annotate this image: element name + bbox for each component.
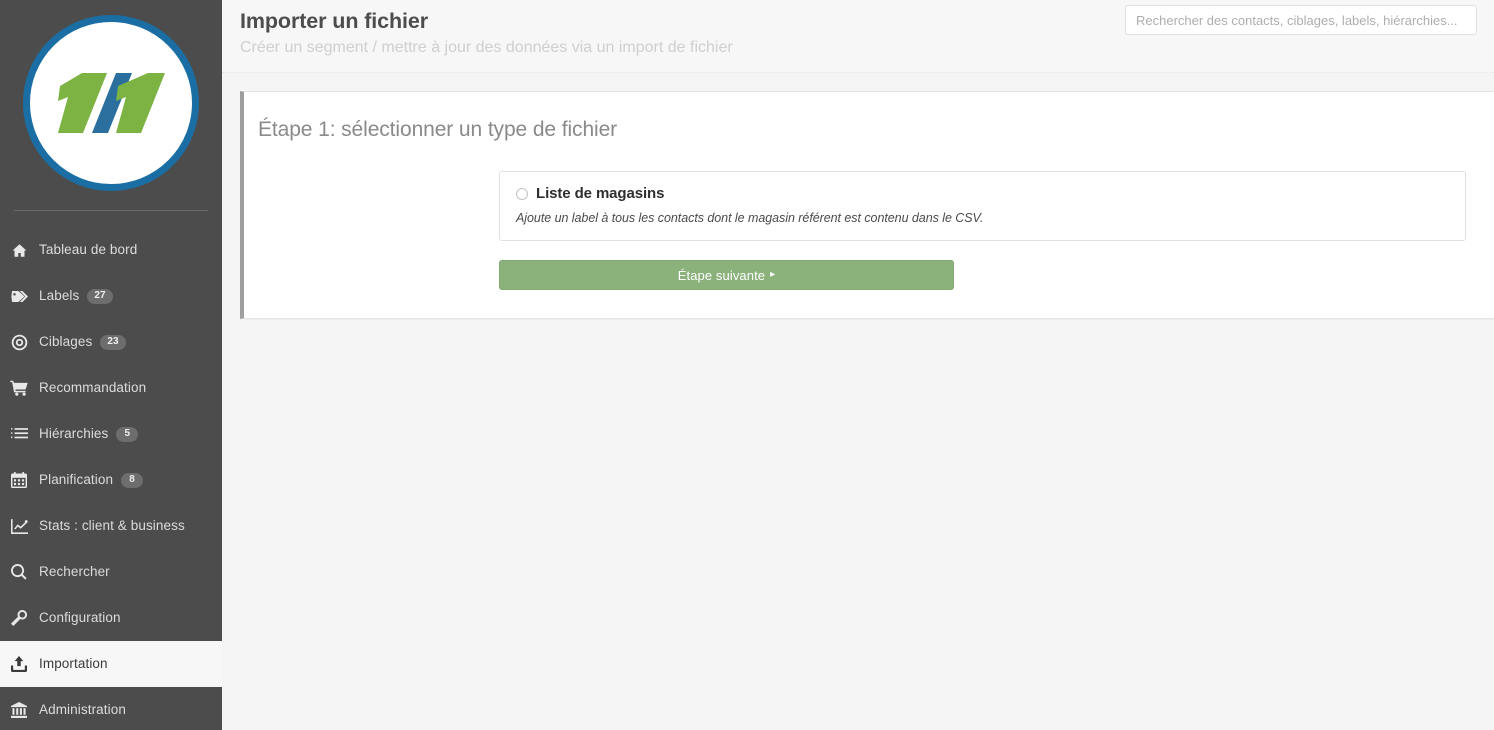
sidebar-badge: 23 (100, 334, 126, 350)
cart-icon (5, 380, 33, 396)
option-header: Liste de magasins (516, 185, 1449, 202)
sidebar-item-recommandation[interactable]: Recommandation (0, 365, 222, 411)
sidebar-item-rechercher[interactable]: Rechercher (0, 549, 222, 595)
option-description: Ajoute un label à tous les contacts dont… (516, 211, 984, 225)
sidebar-item-planification[interactable]: Planification 8 (0, 457, 222, 503)
sidebar-item-label: Ciblages (39, 334, 93, 350)
content-area: Étape 1: sélectionner un type de fichier… (222, 73, 1494, 319)
next-step-button[interactable]: Étape suivante ▸ (499, 260, 954, 290)
search-input[interactable] (1125, 5, 1477, 35)
sidebar-badge: 5 (116, 426, 139, 442)
option-title: Liste de magasins (536, 185, 665, 202)
sidebar-item-stats[interactable]: Stats : client & business (0, 503, 222, 549)
sidebar: Tableau de bord Labels 27 Ciblages 23 Re… (0, 0, 222, 730)
sidebar-divider (14, 210, 208, 211)
search-icon (5, 564, 33, 580)
tag-icon (5, 289, 33, 304)
sidebar-nav: Tableau de bord Labels 27 Ciblages 23 Re… (0, 227, 222, 730)
sidebar-item-label: Tableau de bord (39, 242, 138, 258)
target-icon (5, 334, 33, 351)
page-subtitle: Créer un segment / mettre à jour des don… (240, 38, 733, 56)
sidebar-item-label: Administration (39, 702, 126, 718)
app-root: Tableau de bord Labels 27 Ciblages 23 Re… (0, 0, 1494, 730)
step-card: Étape 1: sélectionner un type de fichier… (240, 91, 1494, 319)
page-header: Importer un fichier Créer un segment / m… (222, 0, 1494, 73)
file-type-options: Liste de magasins Ajoute un label à tous… (244, 171, 1494, 241)
upload-icon (5, 656, 33, 672)
sidebar-item-hierarchies[interactable]: Hiérarchies 5 (0, 411, 222, 457)
logo-mark-icon (58, 72, 165, 133)
sidebar-item-label: Rechercher (39, 564, 110, 580)
sidebar-item-label: Configuration (39, 610, 121, 626)
file-type-option[interactable]: Liste de magasins Ajoute un label à tous… (499, 171, 1466, 241)
sidebar-item-importation[interactable]: Importation (0, 641, 222, 687)
next-step-wrapper: Étape suivante ▸ (244, 260, 1494, 290)
radio-liste-de-magasins[interactable] (516, 187, 528, 200)
calendar-icon (5, 472, 33, 488)
sidebar-item-ciblages[interactable]: Ciblages 23 (0, 319, 222, 365)
sidebar-badge: 8 (121, 472, 144, 488)
sidebar-item-tableau-de-bord[interactable]: Tableau de bord (0, 227, 222, 273)
logo-circle (23, 14, 199, 191)
header-divider (222, 72, 1494, 73)
sidebar-item-label: Stats : client & business (39, 518, 185, 534)
step-title: Étape 1: sélectionner un type de fichier (258, 118, 618, 141)
chart-line-icon (5, 518, 33, 534)
sidebar-item-label: Hiérarchies (39, 426, 109, 442)
wrench-icon (5, 610, 33, 626)
next-step-label: Étape suivante (677, 267, 766, 283)
sidebar-item-label: Importation (39, 656, 108, 672)
sidebar-item-label: Labels (39, 288, 80, 304)
main-content: Importer un fichier Créer un segment / m… (222, 0, 1494, 730)
home-icon (5, 243, 33, 258)
sidebar-badge: 27 (87, 288, 113, 304)
logo[interactable] (0, 0, 222, 205)
sidebar-item-configuration[interactable]: Configuration (0, 595, 222, 641)
sidebar-item-administration[interactable]: Administration (0, 687, 222, 730)
chevron-right-icon: ▸ (770, 269, 776, 280)
bank-icon (5, 702, 33, 718)
sidebar-item-label: Recommandation (39, 380, 147, 396)
sidebar-item-label: Planification (39, 472, 114, 488)
list-icon (5, 427, 33, 442)
sidebar-item-labels[interactable]: Labels 27 (0, 273, 222, 319)
